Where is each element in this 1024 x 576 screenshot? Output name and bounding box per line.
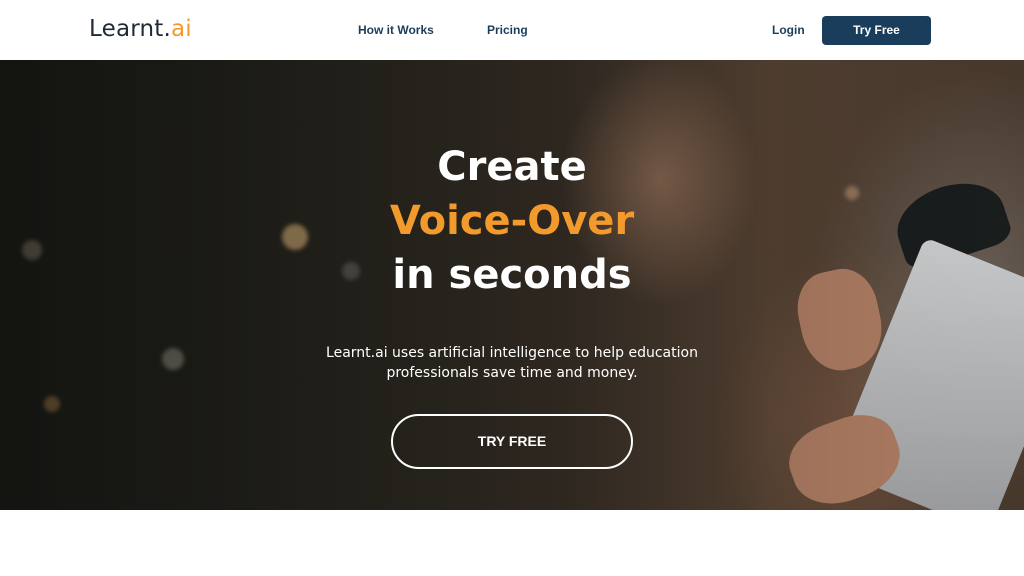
- nav-pricing[interactable]: Pricing: [487, 22, 528, 38]
- hero-subtitle-line2: professionals save time and money.: [386, 365, 638, 381]
- nav-how-it-works[interactable]: How it Works: [358, 22, 434, 38]
- try-free-header-button[interactable]: Try Free: [822, 16, 931, 45]
- site-header: Learnt.ai How it Works Pricing Login Try…: [0, 0, 1024, 60]
- below-fold-area: [0, 510, 1024, 576]
- nav-login[interactable]: Login: [772, 22, 805, 38]
- hero-subtitle-line1: Learnt.ai uses artificial intelligence t…: [326, 345, 698, 361]
- logo-accent: ai: [171, 16, 192, 42]
- try-free-hero-button[interactable]: TRY FREE: [391, 414, 633, 469]
- hero-subtitle: Learnt.ai uses artificial intelligence t…: [300, 343, 724, 383]
- hero-title-line2: Voice-Over: [389, 198, 635, 244]
- hero-title: Create Voice-Over in seconds: [0, 140, 1024, 302]
- hero-title-line1: Create: [437, 144, 587, 190]
- hero-section: Create Voice-Over in seconds Learnt.ai u…: [0, 60, 1024, 510]
- hero-title-line3: in seconds: [392, 252, 632, 298]
- logo-text: Learnt.: [89, 16, 172, 42]
- logo[interactable]: Learnt.ai: [89, 14, 192, 44]
